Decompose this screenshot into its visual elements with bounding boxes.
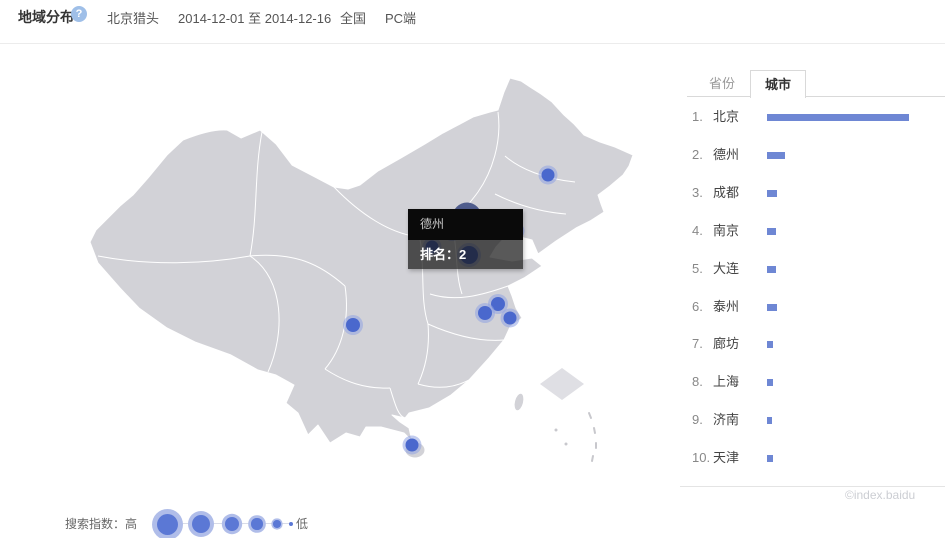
tooltip-rank-value: 2 <box>459 247 466 262</box>
legend-circle <box>251 518 262 529</box>
legend-circle <box>225 517 240 532</box>
map-bubble[interactable] <box>343 315 363 335</box>
map-bubble[interactable] <box>403 436 422 455</box>
tab-city[interactable]: 城市 <box>750 70 806 98</box>
ranking-panel: 省份 城市 1. 北京 2. 德州 3. 成都 4. 南京 5. 大连 6. 泰州 7. 廊坊 8. 上海 9.… <box>680 55 945 494</box>
china-map-area: 德州 排名：2 搜索指数：高 低 <box>0 44 690 494</box>
legend-high-label: 搜索指数：高 <box>65 510 137 538</box>
small-island-dot <box>565 443 568 446</box>
header-bar: 地域分布 ? 北京猎头 2014-12-01 至 2014-12-16 全国 P… <box>0 0 945 44</box>
index-bar <box>767 114 909 121</box>
panel-bottom-divider <box>680 486 945 487</box>
city-name: 廊坊 <box>713 335 739 353</box>
map-tooltip: 德州 排名：2 <box>408 209 523 269</box>
ranking-row[interactable]: 1. 北京 <box>680 108 945 126</box>
index-bar <box>767 455 773 462</box>
tooltip-rank-label: 排名： <box>420 247 459 262</box>
city-name: 天津 <box>713 449 739 467</box>
ranking-row[interactable]: 6. 泰州 <box>680 298 945 316</box>
city-name: 济南 <box>713 411 739 429</box>
rank-number: 6. <box>692 298 703 316</box>
legend-circle <box>157 514 178 535</box>
ranking-row[interactable]: 3. 成都 <box>680 184 945 202</box>
legend-low-label: 低 <box>296 510 308 538</box>
date-range-label: 2014-12-01 至 2014-12-16 <box>178 8 331 27</box>
rank-number: 3. <box>692 184 703 202</box>
legend-circle <box>273 520 280 527</box>
ranking-row[interactable]: 4. 南京 <box>680 222 945 240</box>
south-china-sea-inset <box>540 368 584 400</box>
rank-number: 7. <box>692 335 703 353</box>
page-title: 地域分布 <box>18 7 74 27</box>
index-bar <box>767 417 772 424</box>
city-name: 南京 <box>713 222 739 240</box>
tooltip-city-name: 德州 <box>408 209 523 240</box>
city-name: 成都 <box>713 184 739 202</box>
city-name: 德州 <box>713 146 739 164</box>
map-bubble[interactable] <box>539 166 558 185</box>
legend-circle <box>289 522 294 527</box>
rank-number: 1. <box>692 108 703 126</box>
ranking-row[interactable]: 7. 廊坊 <box>680 335 945 353</box>
city-name: 大连 <box>713 260 739 278</box>
region-label: 全国 <box>340 8 366 27</box>
index-bar <box>767 228 776 235</box>
index-bar <box>767 379 773 386</box>
index-bar <box>767 341 773 348</box>
watermark: ©index.baidu <box>845 488 915 502</box>
ranking-row[interactable]: 8. 上海 <box>680 373 945 391</box>
map-bubble[interactable] <box>475 303 495 323</box>
small-island-dot <box>555 429 558 432</box>
ranking-row[interactable]: 5. 大连 <box>680 260 945 278</box>
help-icon[interactable]: ? <box>71 6 87 22</box>
china-map-svg <box>0 44 690 494</box>
keyword-label: 北京猎头 <box>107 8 159 27</box>
ranking-row[interactable]: 9. 济南 <box>680 411 945 429</box>
city-name: 上海 <box>713 373 739 391</box>
rank-number: 8. <box>692 373 703 391</box>
tab-province[interactable]: 省份 <box>695 70 749 97</box>
city-name: 北京 <box>713 108 739 126</box>
index-bar <box>767 304 777 311</box>
search-index-legend: 搜索指数：高 低 <box>0 510 690 538</box>
index-bar <box>767 152 785 159</box>
tooltip-rank: 排名：2 <box>408 240 523 269</box>
ranking-row[interactable]: 2. 德州 <box>680 146 945 164</box>
ranking-row[interactable]: 10.天津 <box>680 449 945 467</box>
rank-number: 9. <box>692 411 703 429</box>
index-bar <box>767 190 777 197</box>
rank-number: 5. <box>692 260 703 278</box>
map-bubble[interactable] <box>501 309 520 328</box>
rank-number: 4. <box>692 222 703 240</box>
legend-circle <box>192 515 211 534</box>
city-name: 泰州 <box>713 298 739 316</box>
platform-label: PC端 <box>385 8 416 27</box>
index-bar <box>767 266 776 273</box>
taiwan-island <box>512 392 525 412</box>
nine-dash-line <box>589 413 596 461</box>
rank-number: 10. <box>692 449 710 467</box>
rank-number: 2. <box>692 146 703 164</box>
